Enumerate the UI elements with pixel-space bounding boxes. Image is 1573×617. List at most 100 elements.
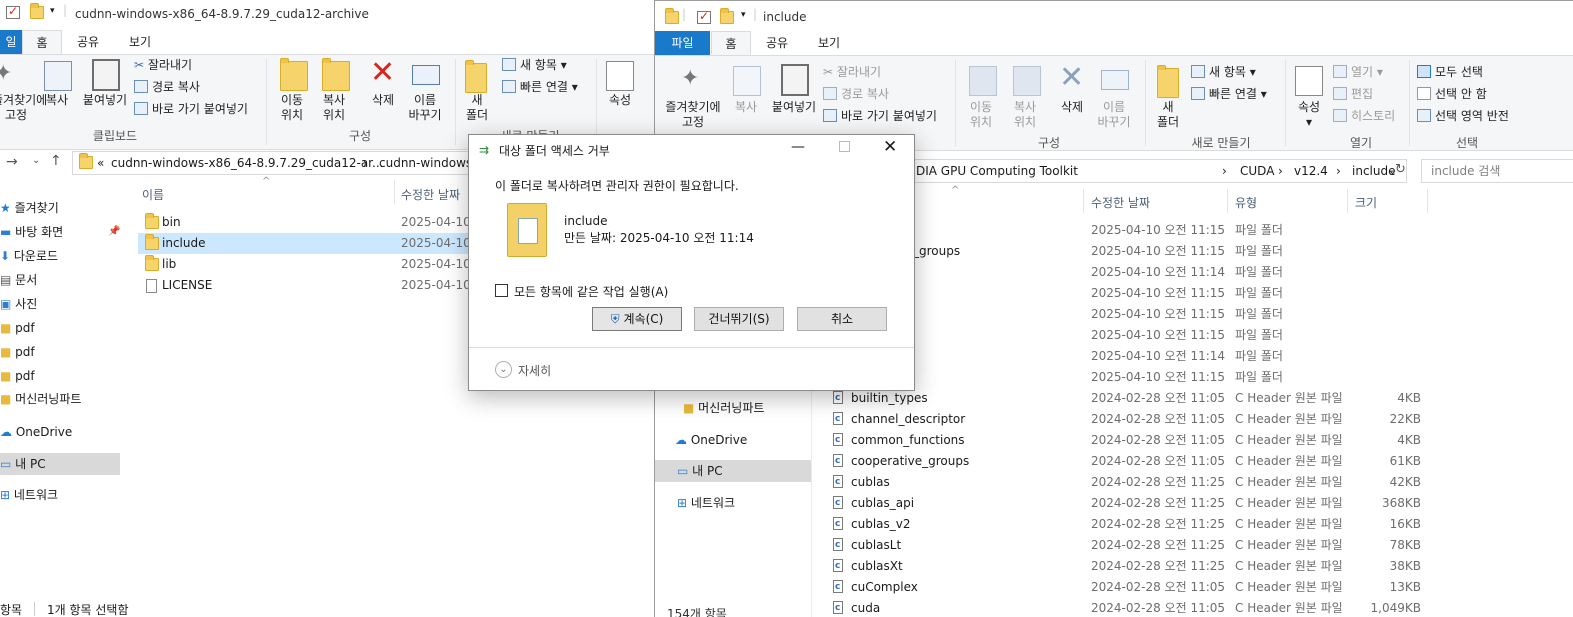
quick-access-dropdown-icon[interactable]: ▾ — [741, 10, 746, 20]
file-row[interactable]: 2025-04-10 오전 11:15 파일 폴더 — [827, 325, 1427, 346]
skip-button[interactable]: 건너뛰기(S) — [694, 307, 784, 331]
file-row[interactable]: 2025-04-10 오전 11:15 파일 폴더 — [827, 304, 1427, 325]
easy-access-button[interactable]: 빠른 연결 ▾ — [502, 77, 578, 97]
cut-button[interactable]: ✂ 잘라내기 — [134, 55, 192, 75]
maximize-icon[interactable] — [839, 141, 850, 152]
file-row[interactable]: common_functions2024-02-28 오전 11:05C Hea… — [833, 430, 1427, 451]
nav-item-network[interactable]: ⊞ 네트워크 — [677, 492, 811, 514]
address-segment[interactable]: DIA GPU Computing Toolkit — [916, 160, 1078, 182]
continue-button[interactable]: ⛨ 계속(C) — [592, 307, 682, 331]
file-row[interactable]: cublasLt2024-02-28 오전 11:25C Header 원본 파… — [833, 535, 1427, 556]
file-row[interactable]: cublas_v22024-02-28 오전 11:25C Header 원본 … — [833, 514, 1427, 535]
file-row[interactable]: cublas2024-02-28 오전 11:25C Header 원본 파일4… — [833, 472, 1427, 493]
rename-button[interactable]: 이름 바꾸기 — [402, 93, 448, 123]
column-header-modified[interactable]: 수정한 날짜 — [401, 186, 460, 203]
file-row[interactable]: 2025-04-10 오전 11:14 파일 폴더 — [827, 262, 1427, 283]
nav-item-network[interactable]: ⊞ 네트워크 — [0, 484, 120, 506]
easy-access-button[interactable]: 빠른 연결 ▾ — [1191, 84, 1267, 104]
tab-share[interactable]: 공유 — [755, 31, 799, 55]
paste-button[interactable]: 붙여넣기 — [78, 93, 132, 108]
address-segment[interactable]: cudnn-windows- — [379, 152, 476, 174]
chevron-down-icon[interactable]: ⌄ — [495, 361, 512, 378]
pin-to-quick-access-button[interactable]: 즐겨찾기에 고정 — [0, 93, 47, 123]
nav-item-quick-access[interactable]: ★ 즐겨찾기 — [0, 197, 120, 219]
minimize-icon[interactable]: — — [791, 139, 805, 155]
nav-item-this-pc[interactable]: ▭ 내 PC — [0, 453, 120, 475]
up-arrow-icon[interactable]: ↑ — [50, 153, 62, 169]
file-row[interactable]: cooperative_groups2024-02-28 오전 11:05C H… — [833, 451, 1427, 472]
tab-view[interactable]: 보기 — [114, 30, 166, 54]
close-icon[interactable]: ✕ — [883, 137, 897, 157]
address-overflow[interactable]: « — [97, 152, 104, 174]
nav-item-ml-part[interactable]: ■ 머신러닝파트 — [0, 388, 120, 410]
details-toggle[interactable]: 자세히 — [518, 362, 551, 379]
apply-to-all-checkbox[interactable] — [495, 284, 508, 297]
invert-selection-button[interactable]: 선택 영역 반전 — [1417, 106, 1509, 126]
tab-home[interactable]: 홈 — [22, 30, 62, 54]
new-folder-button[interactable]: 새 폴더 — [458, 93, 496, 123]
file-row[interactable]: 2025-04-10 오전 11:14 파일 폴더 — [827, 346, 1427, 367]
copy-button[interactable]: 복사 — [729, 100, 763, 115]
column-header-modified[interactable]: 수정한 날짜 — [1091, 194, 1150, 211]
file-row[interactable]: bin 2025-04-10 — [138, 212, 471, 233]
file-row[interactable]: _groups 2025-04-10 오전 11:15 파일 폴더 — [827, 241, 1427, 262]
delete-button[interactable]: 삭제 — [1053, 100, 1091, 115]
tab-share[interactable]: 공유 — [66, 30, 110, 54]
new-folder-quick-icon[interactable] — [30, 3, 44, 19]
select-none-button[interactable]: 선택 안 함 — [1417, 84, 1487, 104]
file-row[interactable]: cublasXt2024-02-28 오전 11:25C Header 원본 파… — [833, 556, 1427, 577]
new-folder-button[interactable]: 새 폴더 — [1149, 100, 1187, 130]
nav-item-this-pc[interactable]: ▭ 내 PC — [655, 460, 811, 482]
copy-to-button[interactable]: 복사 위치 — [1005, 100, 1045, 130]
tab-home[interactable]: 홈 — [711, 31, 751, 55]
nav-item-documents[interactable]: ▤ 문서 — [0, 269, 120, 291]
rename-button[interactable]: 이름 바꾸기 — [1091, 100, 1137, 130]
properties-button[interactable]: 속성 ▾ — [1287, 100, 1331, 130]
file-row[interactable]: builtin_types2024-02-28 오전 11:05C Header… — [833, 388, 1427, 409]
cancel-button[interactable]: 취소 — [797, 307, 887, 331]
file-row[interactable]: cuda2024-02-28 오전 11:05C Header 원본 파일1,0… — [833, 598, 1427, 617]
back-arrow-icon[interactable]: → — [6, 154, 18, 170]
nav-item-onedrive[interactable]: ☁ OneDrive — [0, 421, 120, 443]
file-row[interactable]: include 2025-04-10 — [138, 233, 471, 254]
nav-item-downloads[interactable]: ⬇ 다운로드 — [0, 245, 120, 267]
new-item-button[interactable]: 새 항목 ▾ — [502, 55, 567, 75]
properties-quick-icon[interactable] — [6, 4, 20, 19]
nav-item-pictures[interactable]: ▣ 사진 — [0, 293, 120, 315]
nav-item-pdf[interactable]: ■ pdf — [0, 317, 120, 339]
copy-button[interactable]: 복사 — [40, 93, 74, 108]
apply-to-all-label[interactable]: 모든 항목에 같은 작업 실행(A) — [514, 283, 668, 300]
column-header-type[interactable]: 유형 — [1235, 194, 1257, 211]
tab-file[interactable]: 일 — [0, 30, 22, 54]
history-button[interactable]: 히스토리 — [1333, 106, 1395, 126]
copy-to-button[interactable]: 복사 위치 — [314, 93, 354, 123]
select-all-button[interactable]: 모두 선택 — [1417, 62, 1483, 82]
file-row[interactable]: cublas_api2024-02-28 오전 11:25C Header 원본… — [833, 493, 1427, 514]
search-box[interactable]: include 검색 — [1421, 159, 1573, 183]
nav-item-onedrive[interactable]: ☁ OneDrive — [675, 429, 811, 451]
new-folder-quick-icon[interactable] — [720, 8, 734, 24]
nav-item-pdf[interactable]: ■ pdf — [0, 365, 120, 387]
properties-quick-icon[interactable] — [697, 9, 711, 24]
file-row[interactable]: channel_descriptor2024-02-28 오전 11:05C H… — [833, 409, 1427, 430]
new-item-button[interactable]: 새 항목 ▾ — [1191, 62, 1256, 82]
file-row[interactable]: 2025-04-10 오전 11:15 파일 폴더 — [827, 367, 1427, 388]
nav-item-ml-part[interactable]: ■ 머신러닝파트 — [683, 397, 811, 419]
paste-button[interactable]: 붙여넣기 — [767, 100, 821, 115]
file-row[interactable]: lib 2025-04-10 — [138, 254, 471, 275]
edit-button[interactable]: 편집 — [1333, 84, 1373, 104]
properties-button[interactable]: 속성 — [600, 93, 640, 108]
cut-button[interactable]: ✂ 잘라내기 — [823, 62, 881, 82]
quick-access-dropdown-icon[interactable]: ▾ — [50, 6, 55, 16]
move-to-button[interactable]: 이동 위치 — [272, 93, 312, 123]
tab-file[interactable]: 파일 — [655, 31, 710, 55]
move-to-button[interactable]: 이동 위치 — [961, 100, 1001, 130]
nav-item-desktop[interactable]: ▬ 바탕 화면 📌 — [0, 221, 120, 243]
file-row[interactable]: cuComplex2024-02-28 오전 11:05C Header 원본 … — [833, 577, 1427, 598]
address-segment[interactable]: cudnn-windows-x86_64-8.9.7.29_cuda12-ar.… — [111, 152, 383, 174]
column-header-name[interactable]: 이름 — [142, 186, 164, 203]
pin-to-quick-access-button[interactable]: 즐겨찾기에 고정 — [659, 100, 727, 130]
file-row[interactable]: LICENSE 2025-04-10 — [138, 275, 471, 296]
copy-path-button[interactable]: 경로 복사 — [823, 84, 889, 104]
address-segment[interactable]: v12.4 — [1294, 160, 1328, 182]
